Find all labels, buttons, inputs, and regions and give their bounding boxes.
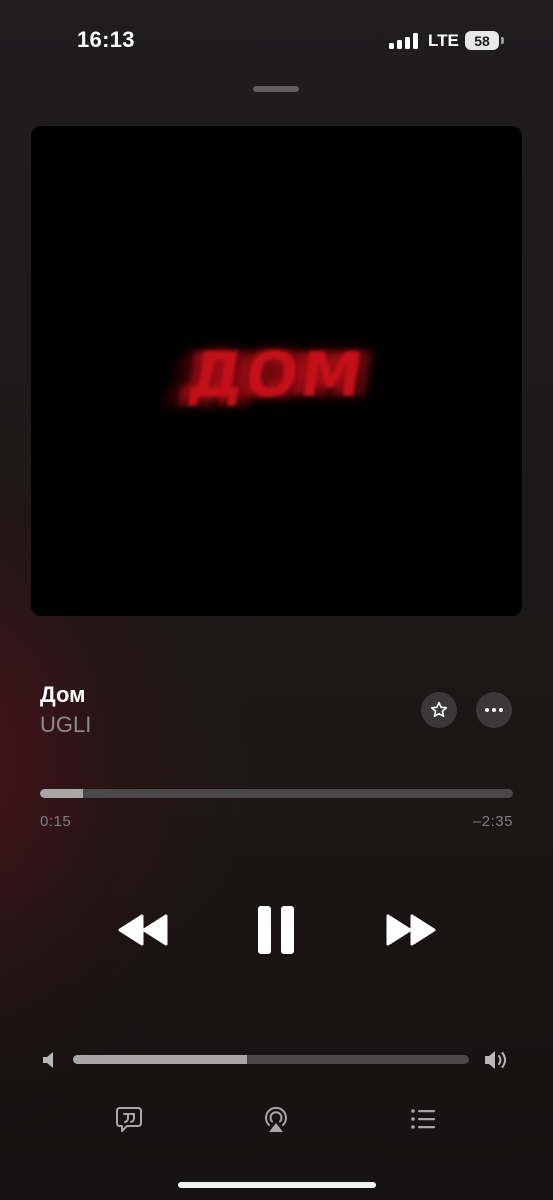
remaining-time: –2:35 [472, 813, 513, 830]
volume-slider[interactable] [73, 1055, 469, 1064]
fast-forward-icon [386, 914, 436, 946]
artwork-title-text: ДОМ [183, 338, 370, 411]
volume-level-fill [73, 1055, 248, 1064]
sheet-grabber[interactable] [253, 86, 299, 92]
pause-button[interactable] [250, 900, 302, 960]
status-time: 16:13 [77, 27, 135, 52]
queue-list-icon [411, 1109, 435, 1129]
speaker-low-icon [40, 1049, 58, 1071]
favorite-button[interactable] [421, 692, 457, 728]
album-artwork: ДОМ [31, 126, 522, 616]
lyrics-button[interactable] [112, 1102, 146, 1136]
queue-button[interactable] [406, 1102, 440, 1136]
track-artist[interactable]: UGLI [40, 712, 91, 738]
airplay-button[interactable] [259, 1102, 293, 1136]
fast-forward-button[interactable] [381, 905, 441, 955]
ellipsis-icon [485, 708, 503, 712]
cellular-signal-icon [389, 33, 419, 49]
elapsed-time: 0:15 [40, 813, 72, 830]
airplay-audio-icon [265, 1106, 287, 1132]
more-options-button[interactable] [476, 692, 512, 728]
star-icon [430, 701, 448, 718]
playback-progress-fill [40, 789, 83, 798]
rewind-button[interactable] [113, 905, 173, 955]
battery-level: 58 [474, 32, 490, 49]
playback-scrubber[interactable] [40, 789, 513, 798]
home-indicator[interactable] [178, 1182, 376, 1188]
pause-icon [258, 906, 294, 954]
network-type: LTE [428, 31, 459, 50]
battery-tip [501, 37, 504, 44]
battery-icon: 58 [465, 31, 499, 50]
track-title: Дом [40, 682, 86, 707]
lyrics-quote-icon [116, 1107, 142, 1132]
speaker-high-icon [483, 1047, 511, 1073]
rewind-icon [118, 914, 168, 946]
